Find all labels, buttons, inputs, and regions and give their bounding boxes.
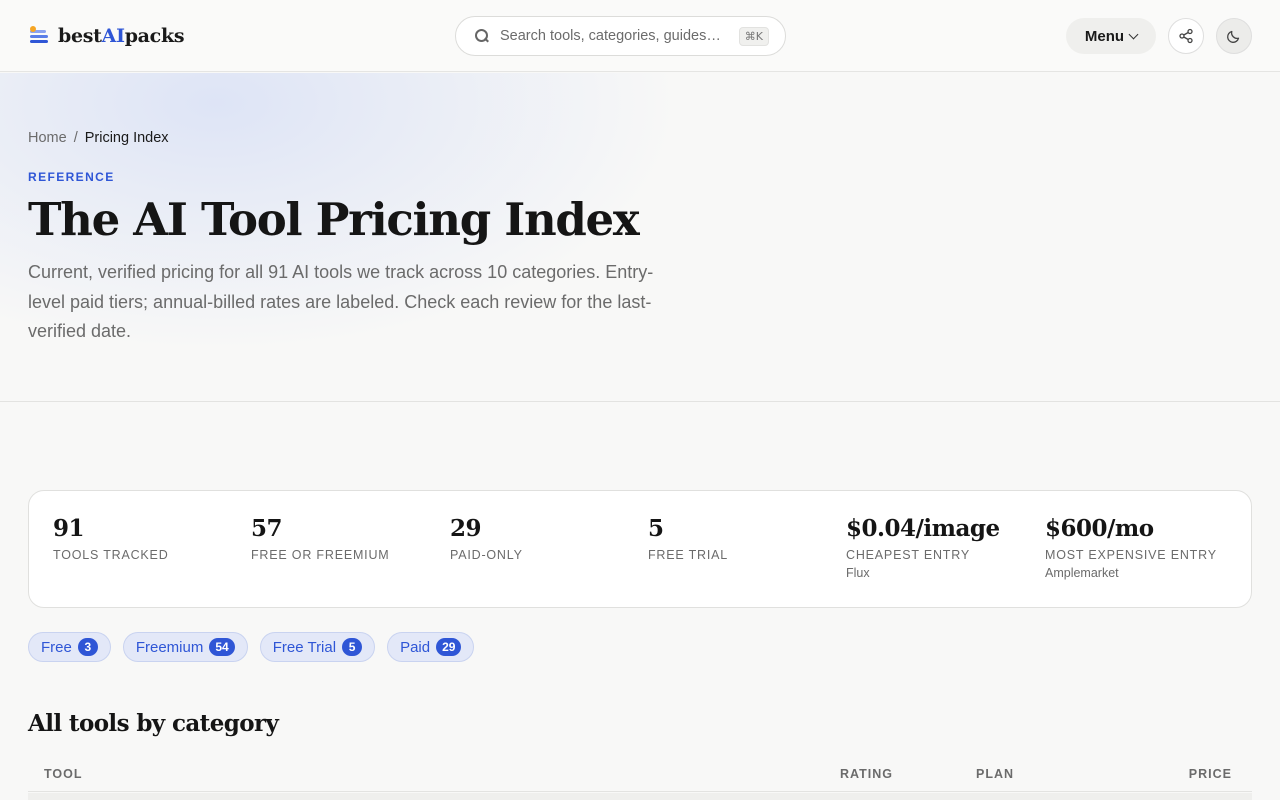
section-eyebrow: REFERENCE	[28, 170, 115, 184]
stat-label: FREE TRIAL	[648, 548, 729, 562]
filter-label: Free	[41, 638, 72, 656]
stat-cheapest-entry: $0.04/image CHEAPEST ENTRY Flux	[846, 515, 1000, 580]
column-header-rating[interactable]: RATING	[840, 767, 893, 781]
stat-free-or-freemium: 57 FREE OR FREEMIUM	[251, 515, 390, 562]
stat-label: TOOLS TRACKED	[53, 548, 169, 562]
search-placeholder: Search tools, categories, guides…	[500, 28, 721, 44]
site-header: bestAIpacks Search tools, categories, gu…	[0, 0, 1280, 72]
stat-value: $600/mo	[1045, 515, 1154, 542]
search-icon	[474, 28, 490, 44]
stat-free-trial: 5 FREE TRIAL	[648, 515, 728, 562]
table-header-row: TOOL RATING PLAN PRICE	[28, 764, 1252, 792]
filter-count-badge: 3	[77, 638, 98, 656]
page-subtitle: Current, verified pricing for all 91 AI …	[28, 262, 654, 341]
pricing-filter-pills: Free 3 Freemium 54 Free Trial 5 Paid 29	[28, 632, 475, 662]
stat-label: MOST EXPENSIVE ENTRY	[1045, 548, 1217, 562]
section-title: All tools by category	[28, 710, 279, 737]
page-title: The AI Tool Pricing Index	[28, 193, 640, 246]
logo-wordmark: bestAIpacks	[58, 25, 185, 47]
moon-icon	[1227, 30, 1240, 43]
stat-value: 91	[53, 515, 85, 542]
breadcrumb-separator: /	[73, 130, 78, 146]
column-header-tool[interactable]: TOOL	[44, 767, 83, 781]
filter-label: Free Trial	[272, 638, 337, 656]
stat-tool-name: Flux	[846, 566, 870, 580]
filter-label: Paid	[400, 638, 431, 656]
breadcrumb-current: Pricing Index	[84, 130, 169, 146]
breadcrumb-home-link[interactable]: Home	[28, 130, 67, 146]
stat-value: $0.04/image	[846, 515, 1000, 542]
share-icon	[1179, 28, 1193, 44]
menu-button-label: Menu	[1084, 27, 1125, 45]
hero-section: Home / Pricing Index REFERENCE The AI To…	[0, 73, 1280, 402]
stat-tool-name: Amplemarket	[1045, 566, 1119, 580]
stat-value: 5	[648, 515, 664, 542]
filter-count-badge: 5	[342, 638, 363, 656]
filter-count-badge: 54	[209, 638, 235, 656]
stat-label: PAID-ONLY	[450, 548, 523, 562]
stat-value: 29	[450, 515, 482, 542]
stat-paid-only: 29 PAID-ONLY	[450, 515, 523, 562]
stat-label: CHEAPEST ENTRY	[846, 548, 970, 562]
filter-free-trial[interactable]: Free Trial 5	[259, 632, 376, 662]
filter-free[interactable]: Free 3	[28, 632, 111, 662]
table-row	[28, 793, 1252, 800]
column-header-plan[interactable]: PLAN	[976, 767, 1014, 781]
filter-count-badge: 29	[436, 638, 462, 656]
stat-tools-tracked: 91 TOOLS TRACKED	[53, 515, 169, 562]
logo-icon	[28, 26, 50, 46]
filter-label: Freemium	[135, 638, 204, 656]
search-shortcut-badge: ⌘K	[738, 26, 769, 46]
stat-value: 57	[251, 515, 283, 542]
chevron-down-icon	[1128, 29, 1139, 39]
stats-card: 91 TOOLS TRACKED 57 FREE OR FREEMIUM 29 …	[28, 490, 1252, 608]
filter-paid[interactable]: Paid 29	[387, 632, 475, 662]
share-button[interactable]	[1168, 18, 1204, 54]
breadcrumb: Home / Pricing Index	[28, 130, 169, 146]
filter-freemium[interactable]: Freemium 54	[122, 632, 248, 662]
site-logo[interactable]: bestAIpacks	[28, 24, 185, 48]
search-box[interactable]: Search tools, categories, guides… ⌘K	[455, 16, 786, 56]
column-header-price[interactable]: PRICE	[1189, 767, 1232, 781]
stat-most-expensive-entry: $600/mo MOST EXPENSIVE ENTRY Amplemarket	[1045, 515, 1217, 580]
theme-toggle-button[interactable]	[1216, 18, 1252, 54]
stat-label: FREE OR FREEMIUM	[251, 548, 390, 562]
menu-button[interactable]: Menu	[1066, 18, 1156, 54]
